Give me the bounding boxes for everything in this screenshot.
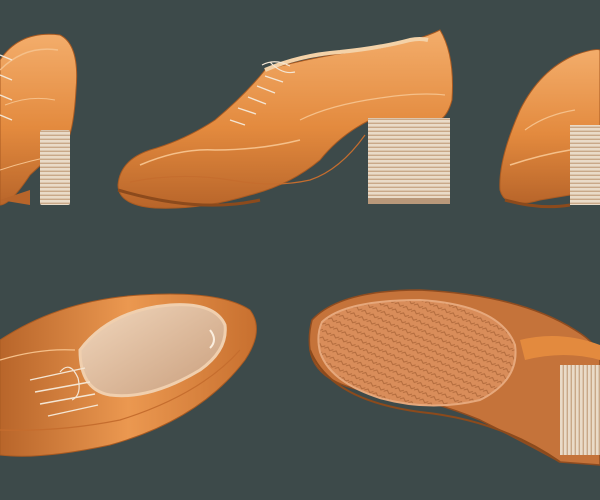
shoe-render-scene	[0, 0, 600, 500]
product-render-collage	[0, 0, 600, 500]
